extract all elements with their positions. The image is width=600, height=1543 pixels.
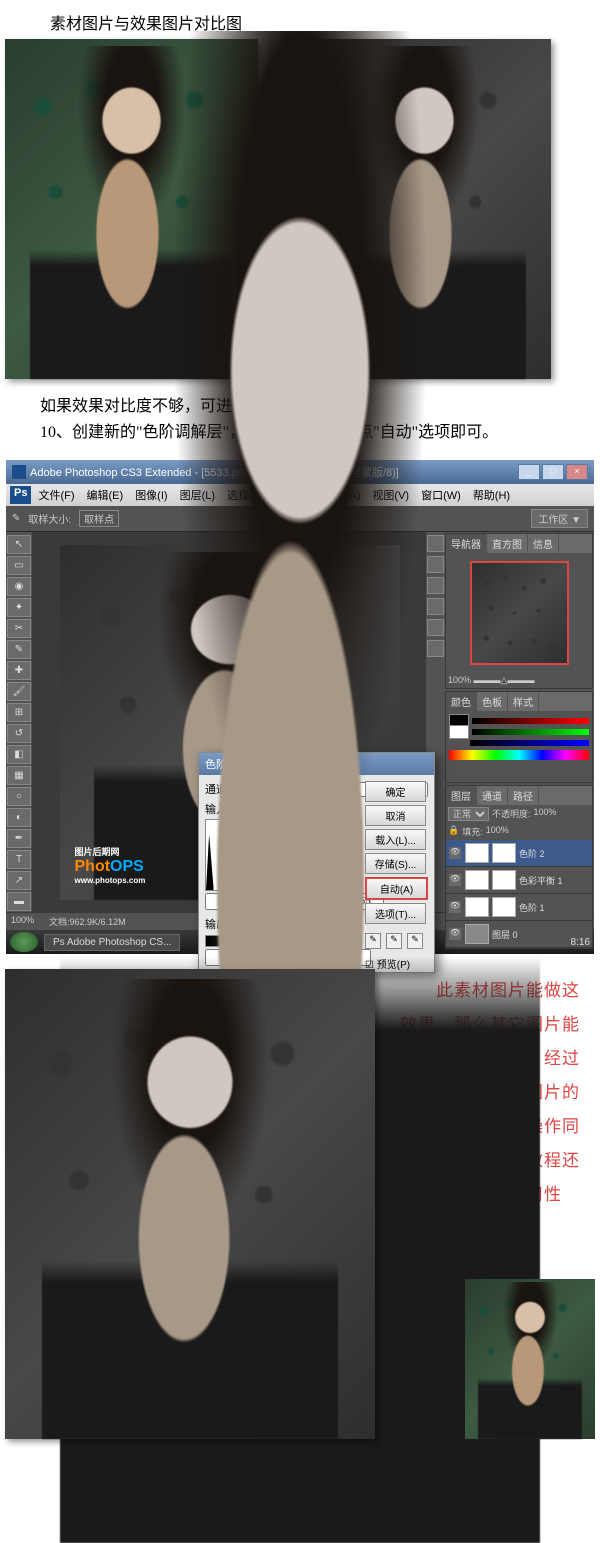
lasso-tool[interactable]: ◉ [7, 577, 31, 596]
maximize-button[interactable]: □ [542, 464, 564, 480]
heal-tool[interactable]: ✚ [7, 661, 31, 680]
move-tool[interactable]: ↖ [7, 535, 31, 554]
eraser-tool[interactable]: ◧ [7, 745, 31, 764]
eyedropper-tool[interactable]: ✎ [7, 640, 31, 659]
navigator-thumbnail[interactable] [470, 561, 569, 665]
blur-tool[interactable]: ○ [7, 787, 31, 806]
marquee-tool[interactable]: ▭ [7, 556, 31, 575]
brush-tool[interactable]: 🖌 [7, 682, 31, 701]
app-logo[interactable]: Ps [10, 486, 31, 504]
close-button[interactable]: × [566, 464, 588, 480]
system-time[interactable]: 8:16 [571, 937, 590, 948]
shape-tool[interactable]: ▬ [7, 892, 31, 911]
zoom-status[interactable]: 100% [11, 915, 34, 928]
panels-column: 导航器 直方图 信息 100% ▬▬▬△▬▬▬ 颜色 色板 样式 [444, 532, 594, 912]
pen-tool[interactable]: ✒ [7, 829, 31, 848]
dodge-tool[interactable]: ◐ [7, 808, 31, 827]
gradient-tool[interactable]: ▦ [7, 766, 31, 785]
app-icon [12, 465, 26, 479]
start-button[interactable] [10, 932, 38, 952]
type-tool[interactable]: T [7, 850, 31, 869]
stamp-tool[interactable]: ⊞ [7, 703, 31, 722]
crop-tool[interactable]: ✂ [7, 619, 31, 638]
wand-tool[interactable]: ✦ [7, 598, 31, 617]
navigator-panel: 导航器 直方图 信息 100% ▬▬▬△▬▬▬ [445, 533, 593, 689]
eyedropper-icon[interactable]: ✎ [12, 513, 20, 524]
tools-panel: ↖ ▭ ◉ ✦ ✂ ✎ ✚ 🖌 ⊞ ↺ ◧ ▦ ○ ◐ ✒ T ↗ ▬ [6, 532, 33, 912]
history-brush-tool[interactable]: ↺ [7, 724, 31, 743]
path-tool[interactable]: ↗ [7, 871, 31, 890]
final-result-image [5, 969, 375, 1439]
photoshop-window: Adobe Photoshop CS3 Extended - [5533.psd… [6, 460, 594, 954]
source-thumbnail [465, 1279, 595, 1439]
